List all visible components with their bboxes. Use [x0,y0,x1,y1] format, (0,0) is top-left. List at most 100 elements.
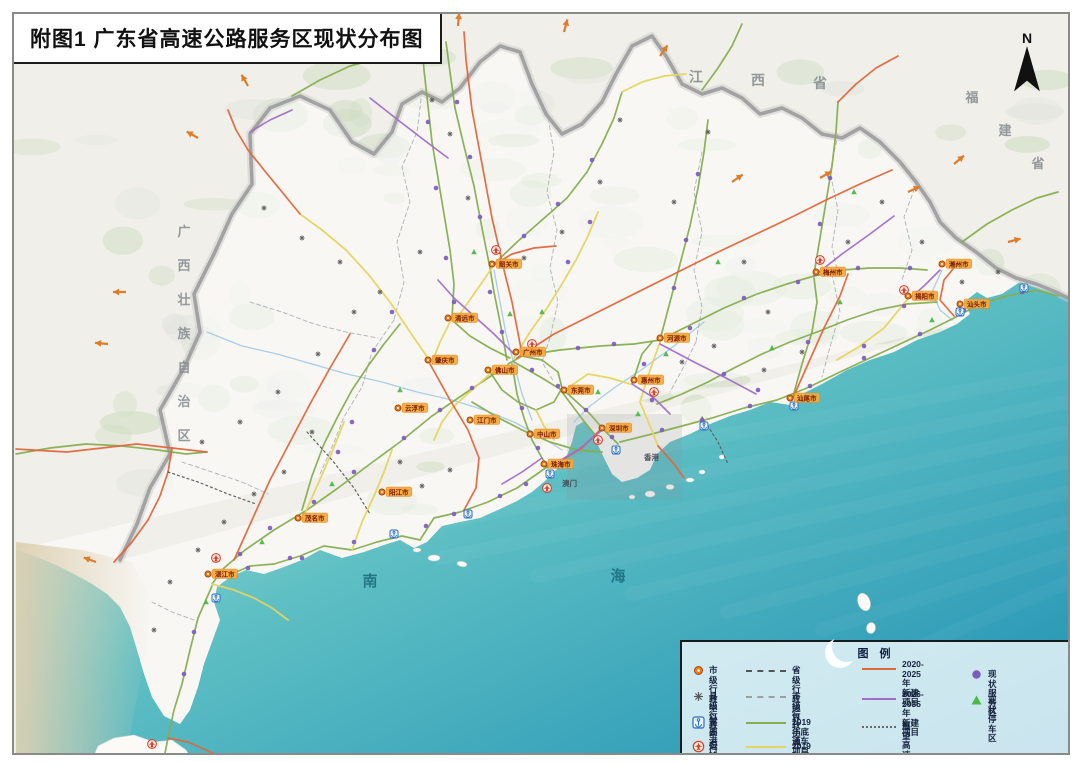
city-label: 阳江市 [389,487,409,496]
city-center-dot [941,263,943,265]
terrain-blob [115,187,161,219]
city-label: 深圳市 [609,423,629,432]
service-area-icon [452,512,457,517]
service-area-icon [612,342,617,347]
service-area-icon [452,300,457,305]
service-area-icon [650,398,655,403]
geo-label-char: 建 [998,123,1011,138]
airport-icon [492,246,501,255]
city-center-dot [469,419,471,421]
city-center-dot [633,379,635,381]
city-label: 茂名市 [305,513,325,522]
legend-line-sample [746,746,786,748]
port-icon [1020,284,1028,292]
city-label: 惠州市 [641,375,661,384]
service-area-icon [856,266,861,271]
service-area-icon [610,435,615,440]
service-area-icon-part [972,670,980,678]
legend-line-sample [746,696,786,698]
city-center-dot [427,359,429,361]
service-area-icon [390,310,395,315]
island [413,548,421,552]
city-label: 澳门 [562,478,577,488]
terrain-blob [935,124,966,140]
service-area-icon [918,332,923,337]
service-area-icon [288,556,293,561]
service-area-icon [556,384,561,389]
service-area-icon [530,368,535,373]
geo-label-char: 区 [177,428,190,443]
legend: 图 例 市级行政中心县级行政中心重要港口运输机场省级行政边界市级行政边界2019… [680,640,1070,755]
service-area-icon [520,406,525,411]
terrain-blob [303,61,371,90]
city-label: 韶关市 [499,259,519,268]
service-area-icon [238,552,243,557]
moon-shape [832,632,862,662]
island [428,555,440,561]
city-label: 东莞市 [571,385,591,394]
service-area-icon [908,266,913,271]
city-label: 揭阳市 [915,291,935,300]
port-icon [212,594,220,602]
service-area-icon [818,222,823,227]
city-center-icon-part [697,669,700,672]
island [699,470,705,474]
geo-label-char: 西 [751,72,765,88]
service-area-icon [424,524,429,529]
city-center-dot [659,337,661,339]
terrain-blob [416,461,444,472]
terrain-blob [1011,97,1062,125]
service-area-icon [192,630,197,635]
service-area-icon [444,256,449,261]
service-area-icon [566,260,571,265]
legend-title: 图 例 [682,645,1070,661]
city-label: 梅州市 [823,267,843,276]
city-label: 肇庆市 [434,355,455,364]
service-area-icon [524,482,529,487]
service-area-icon [434,186,439,191]
service-area-icon [478,215,483,220]
port-icon [692,716,705,729]
geo-label-char: 广 [177,224,190,239]
terrain-blob [95,425,132,447]
service-area-icon [902,304,907,309]
north-arrow-icon [1007,46,1047,94]
city-label: 潮州市 [949,259,969,268]
page-title: 附图1 广东省高速公路服务区现状分布图 [12,12,442,64]
legend-line-sample [746,722,786,724]
service-area-icon [584,408,589,413]
terrain-blob [1005,136,1051,153]
service-area-icon [470,386,475,391]
city-center-dot [601,427,603,429]
service-area-icon [808,384,813,389]
service-area-icon [806,340,811,345]
service-area-icon [588,220,593,225]
legend-line-sample [746,670,786,672]
service-area-icon [500,330,505,335]
city-center-dot [487,369,489,371]
service-area-icon [556,202,561,207]
service-area-icon [246,566,251,571]
geo-label-char: 自 [177,360,190,375]
county-center-icon [692,690,705,703]
city-label: 中山市 [537,429,557,438]
city-label: 佛山市 [494,365,515,374]
port-icon [546,470,554,478]
service-area-icon [488,290,493,295]
service-area-icon [372,348,377,353]
north-arrow: N [1004,30,1050,96]
geo-label-char: 省 [812,75,827,91]
service-area-icon [402,436,407,441]
geo-label-char: 南 [362,572,377,590]
service-area-icon [498,494,503,499]
legend-line-sample [862,668,896,670]
legend-line-sample [862,698,896,700]
city-center-dot [543,463,545,465]
service-area-icon [352,470,357,475]
geo-label-char: 族 [177,326,191,341]
parking-area-icon-part [972,696,982,705]
terrain-blob [103,227,144,255]
city-center-icon [692,664,705,677]
service-area-icon [742,296,747,301]
service-area-icon [688,326,693,331]
